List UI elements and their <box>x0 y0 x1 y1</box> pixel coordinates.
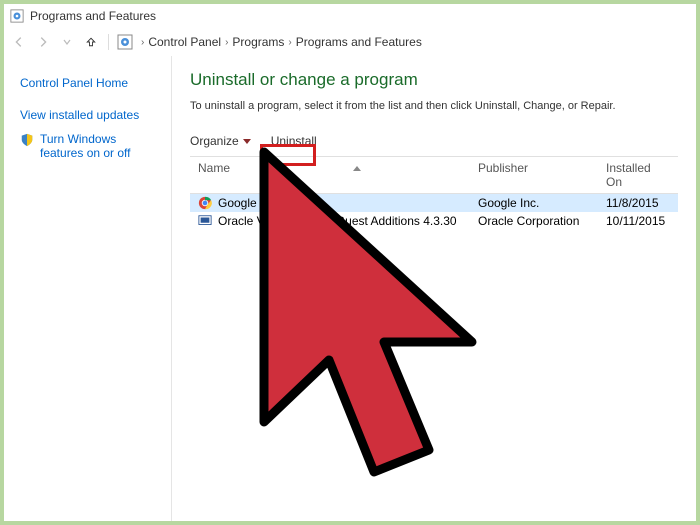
breadcrumb-segment[interactable]: Programs and Features <box>296 35 422 49</box>
sidebar: Control Panel Home View installed update… <box>4 56 172 521</box>
titlebar: Programs and Features <box>4 4 696 28</box>
uninstall-label: Uninstall <box>271 134 317 148</box>
chevron-right-icon: › <box>141 37 144 48</box>
control-panel-home-link[interactable]: Control Panel Home <box>20 76 161 90</box>
window: Programs and Features › Control Panel › <box>4 4 696 521</box>
main-panel: Uninstall or change a program To uninsta… <box>172 56 696 521</box>
control-panel-icon <box>10 9 24 23</box>
program-installed-on: 11/8/2015 <box>598 194 678 212</box>
breadcrumb-segment[interactable]: Programs <box>232 35 284 49</box>
programs-table: Name Publisher Installed On Google Chrom… <box>190 156 678 230</box>
column-header-name[interactable]: Name <box>190 157 470 193</box>
sidebar-item-label: View installed updates <box>20 108 139 122</box>
sort-asc-icon <box>353 166 361 171</box>
uninstall-button[interactable]: Uninstall <box>263 132 325 150</box>
organize-label: Organize <box>190 134 239 148</box>
program-publisher: Google Inc. <box>470 194 598 212</box>
chevron-right-icon: › <box>225 37 228 48</box>
breadcrumb-segment[interactable]: Control Panel <box>148 35 221 49</box>
breadcrumb[interactable]: › Control Panel › Programs › Programs an… <box>141 35 422 49</box>
sidebar-item-windows-features[interactable]: Turn Windows features on or off <box>20 132 161 160</box>
instruction-text: To uninstall a program, select it from t… <box>190 100 678 112</box>
chevron-down-icon <box>243 139 251 144</box>
titlebar-text: Programs and Features <box>30 9 156 23</box>
sidebar-item-label: Turn Windows features on or off <box>40 132 161 160</box>
table-row[interactable]: Oracle VM VirtualBox Guest Additions 4.3… <box>190 212 678 230</box>
program-name: Google Chrome <box>218 196 303 210</box>
table-header: Name Publisher Installed On <box>190 156 678 194</box>
up-button[interactable] <box>82 33 100 51</box>
vbox-icon <box>198 214 212 228</box>
sidebar-item-view-updates[interactable]: View installed updates <box>20 108 161 122</box>
recent-dropdown[interactable] <box>58 33 76 51</box>
table-row[interactable]: Google Chrome Google Inc. 11/8/2015 <box>190 194 678 212</box>
separator <box>108 34 109 50</box>
organize-button[interactable]: Organize <box>190 134 251 148</box>
program-installed-on: 10/11/2015 <box>598 212 678 230</box>
chevron-right-icon: › <box>288 37 291 48</box>
column-header-publisher[interactable]: Publisher <box>470 157 598 193</box>
toolbar: Organize Uninstall <box>190 128 678 156</box>
back-button[interactable] <box>10 33 28 51</box>
address-bar: › Control Panel › Programs › Programs an… <box>4 28 696 56</box>
page-title: Uninstall or change a program <box>190 70 678 90</box>
column-header-installed-on[interactable]: Installed On <box>598 157 678 193</box>
shield-icon <box>20 133 34 147</box>
breadcrumb-icon <box>117 34 133 50</box>
chrome-icon <box>198 196 212 210</box>
forward-button[interactable] <box>34 33 52 51</box>
program-name: Oracle VM VirtualBox Guest Additions 4.3… <box>218 214 457 228</box>
program-publisher: Oracle Corporation <box>470 212 598 230</box>
